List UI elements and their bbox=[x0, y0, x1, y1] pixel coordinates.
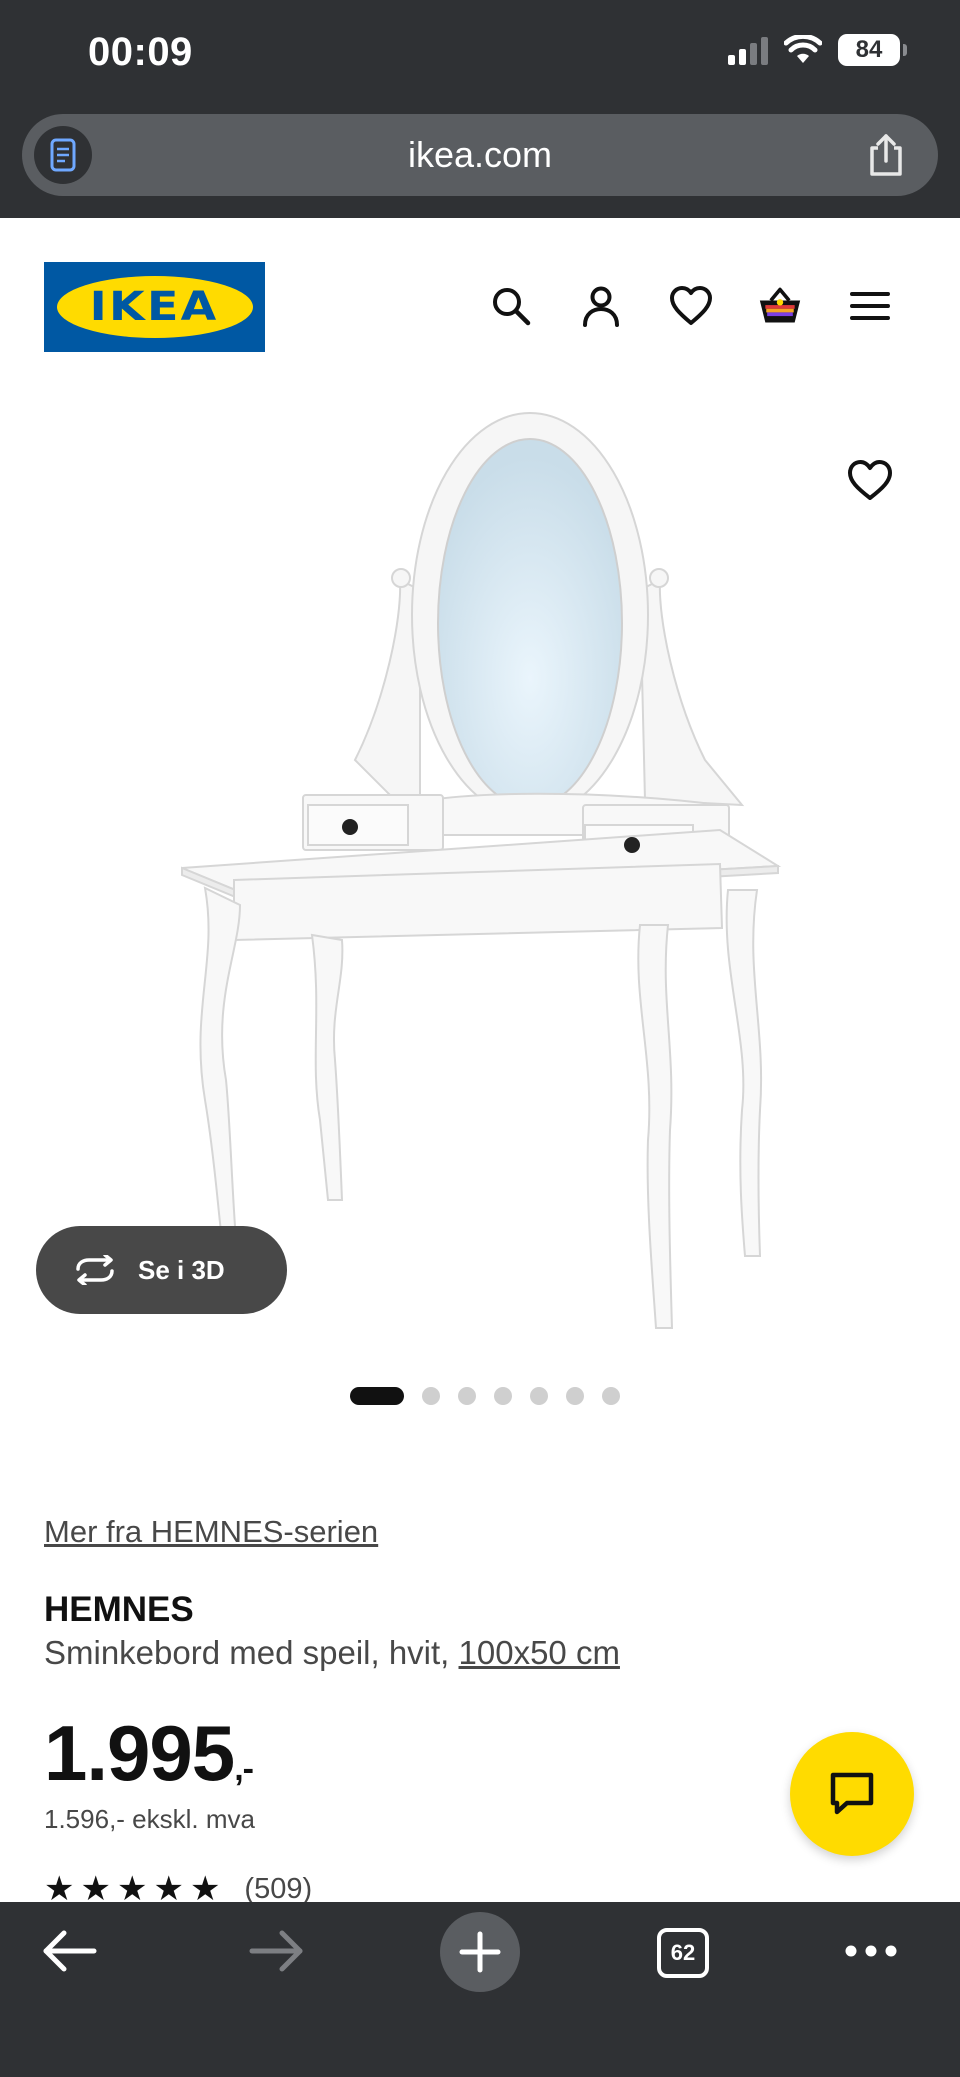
view-in-3d-label: Se i 3D bbox=[138, 1254, 225, 1285]
account-icon[interactable] bbox=[579, 284, 623, 328]
star-icon: ★ bbox=[189, 1870, 221, 1908]
status-time: 00:09 bbox=[88, 30, 193, 74]
cellular-signal-icon bbox=[728, 35, 768, 65]
gallery-dot[interactable] bbox=[422, 1387, 440, 1405]
view-in-3d-button[interactable]: Se i 3D bbox=[36, 1226, 287, 1314]
forward-arrow-icon[interactable] bbox=[246, 1902, 306, 2000]
url-text[interactable]: ikea.com bbox=[22, 134, 938, 176]
gallery-dot[interactable] bbox=[350, 1387, 404, 1405]
more-icon[interactable] bbox=[844, 1902, 898, 2000]
status-indicators: 84 bbox=[728, 34, 907, 66]
menu-icon[interactable] bbox=[848, 284, 892, 328]
browser-toolbar: 62 bbox=[0, 1902, 960, 2077]
star-icon: ★ bbox=[153, 1870, 184, 1908]
series-link[interactable]: Mer fra HEMNES-serien bbox=[44, 1514, 378, 1550]
rating-count[interactable]: (509) bbox=[244, 1873, 312, 1906]
chat-bubble-icon bbox=[830, 1772, 874, 1815]
gallery-pagination[interactable] bbox=[0, 1387, 960, 1405]
logo-text: IKEA bbox=[89, 284, 219, 330]
gallery-dot[interactable] bbox=[458, 1387, 476, 1405]
star-icon: ★ bbox=[80, 1870, 111, 1908]
product-image[interactable] bbox=[0, 370, 960, 1360]
wifi-icon bbox=[784, 35, 822, 63]
gallery-dot[interactable] bbox=[602, 1387, 620, 1405]
gallery-dot[interactable] bbox=[494, 1387, 512, 1405]
share-icon[interactable] bbox=[864, 132, 908, 178]
rating[interactable]: ★ ★ ★ ★ ★ (509) bbox=[44, 1872, 312, 1906]
gallery-dot[interactable] bbox=[566, 1387, 584, 1405]
search-icon[interactable] bbox=[489, 284, 533, 328]
price-suffix: ,- bbox=[234, 1750, 254, 1788]
rotate-3d-icon bbox=[76, 1255, 114, 1285]
size-link[interactable]: 100x50 cm bbox=[459, 1634, 620, 1671]
price-main: 1.995 bbox=[44, 1709, 235, 1797]
browser-chrome: 00:09 84 ikea.com bbox=[0, 0, 960, 218]
star-icon: ★ bbox=[116, 1870, 148, 1908]
price: 1.995,- bbox=[44, 1708, 254, 1799]
product-description: Sminkebord med speil, hvit, 100x50 cm bbox=[44, 1634, 620, 1672]
gallery-dot[interactable] bbox=[530, 1387, 548, 1405]
chat-button[interactable] bbox=[790, 1732, 914, 1856]
battery-indicator: 84 bbox=[838, 34, 907, 66]
address-bar[interactable]: ikea.com bbox=[22, 114, 938, 196]
new-tab-button[interactable] bbox=[440, 1912, 520, 1992]
add-to-favourites-heart-icon[interactable] bbox=[846, 458, 894, 502]
product-description-text: Sminkebord med speil, hvit, bbox=[44, 1634, 459, 1671]
tabs-icon[interactable]: 62 bbox=[657, 1928, 709, 1978]
new-tab-plus-icon bbox=[459, 1931, 501, 1973]
star-icon: ★ bbox=[44, 1870, 75, 1908]
back-arrow-icon[interactable] bbox=[40, 1902, 100, 2000]
ikea-logo[interactable]: IKEA bbox=[44, 262, 265, 352]
shopping-bag-icon[interactable] bbox=[758, 284, 802, 328]
price-excl-vat: 1.596,- ekskl. mva bbox=[44, 1804, 255, 1834]
product-name: HEMNES bbox=[44, 1590, 194, 1629]
wishlist-heart-icon[interactable] bbox=[669, 284, 713, 328]
